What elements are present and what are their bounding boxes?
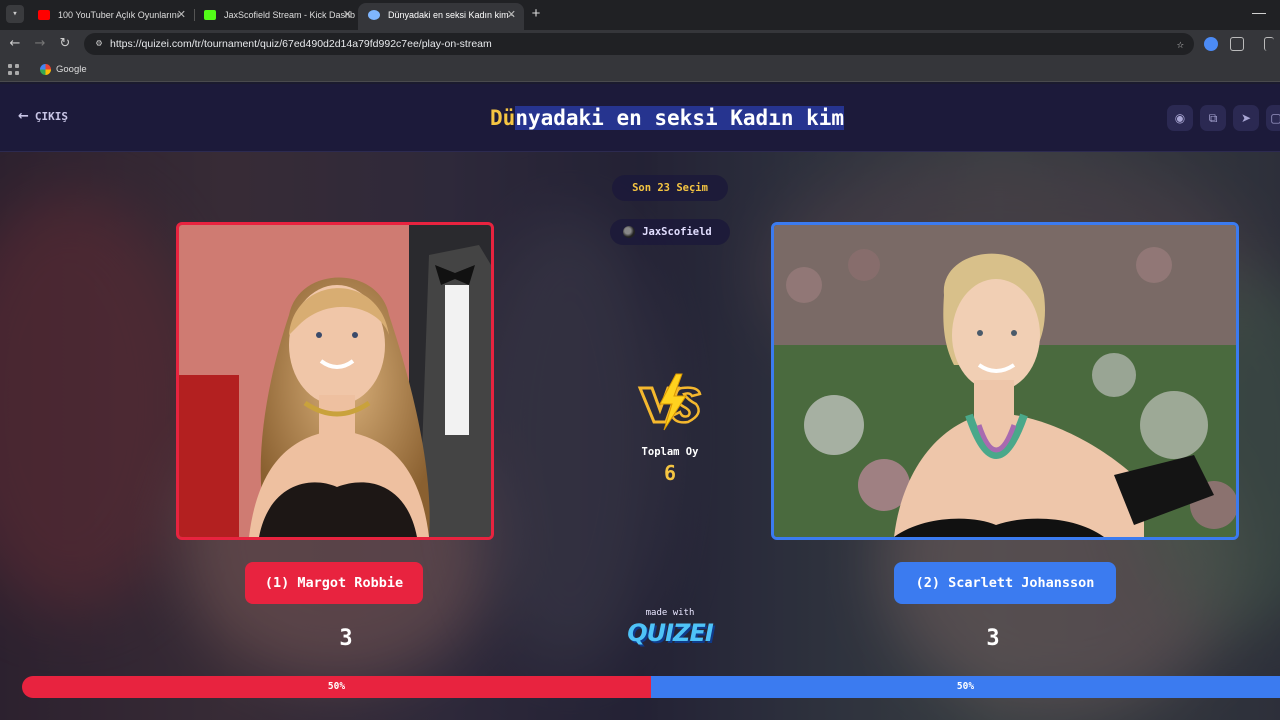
exit-label: ÇIKIŞ xyxy=(34,110,69,123)
contestant-1-percent-bar: 50% xyxy=(22,676,651,698)
streamer-name: JaxScofield xyxy=(642,226,712,238)
title-selected-text: nyadaki en seksi Kadın kim xyxy=(515,106,845,130)
send-icon[interactable]: ➤ xyxy=(1233,105,1259,131)
close-icon[interactable]: ✕ xyxy=(507,3,516,28)
tab-search-button[interactable]: ▾ xyxy=(6,5,24,23)
bookmark-google[interactable]: Google xyxy=(40,58,87,82)
tab-title: JaxScofield Stream - Kick Dashb xyxy=(224,10,356,20)
bookmarks-bar: Google xyxy=(0,58,1280,82)
total-votes-label: Toplam Oy xyxy=(641,446,699,458)
exit-button[interactable]: ← ÇIKIŞ xyxy=(18,84,68,150)
back-arrow-icon[interactable]: ← xyxy=(6,35,24,53)
made-with-label: made with xyxy=(645,608,695,618)
extensions-puzzle-icon[interactable] xyxy=(1230,37,1244,51)
quiz-header: ← ÇIKIŞ Dünyadaki en seksi Kadın kim ◉ ⧉ … xyxy=(0,84,1280,152)
quiz-title: Dünyadaki en seksi Kadın kim xyxy=(490,104,845,132)
close-icon[interactable]: ✕ xyxy=(343,3,352,28)
browser-tab-kick[interactable]: JaxScofield Stream - Kick Dashb ✕ xyxy=(194,3,360,30)
url-text[interactable]: https://quizei.com/tr/tournament/quiz/67… xyxy=(110,33,492,55)
round-counter: Son 23 Seçim xyxy=(612,175,728,201)
contestant-2-image xyxy=(774,225,1236,537)
reload-icon[interactable]: ↻ xyxy=(56,35,74,53)
contestant-2-percent-bar: 50% xyxy=(651,676,1280,698)
browser-tab-bar: ▾ 100 YouTuber Açlık Oyunlarını ✕ JaxSco… xyxy=(0,0,1280,30)
fullscreen-icon[interactable]: ▢ xyxy=(1266,105,1280,131)
streamer-badge: JaxScofield xyxy=(610,219,730,245)
bookmark-label: Google xyxy=(56,64,87,75)
close-icon[interactable]: ✕ xyxy=(177,3,186,28)
youtube-icon xyxy=(38,10,50,20)
quizei-logo[interactable]: QUIZEI xyxy=(620,619,720,647)
bookmark-star-icon[interactable]: ☆ xyxy=(1177,33,1184,55)
new-tab-button[interactable]: + xyxy=(528,5,544,23)
forward-arrow-icon[interactable]: → xyxy=(31,35,49,53)
title-second-letter: ü xyxy=(502,106,516,130)
contestant-1-button[interactable]: (1) Margot Robbie xyxy=(245,562,423,604)
browser-tab-quizei[interactable]: Dünyadaki en seksi Kadın kim - ✕ xyxy=(358,3,524,30)
minimize-window-button[interactable]: — xyxy=(1252,4,1266,20)
browser-toolbar: ← → ↻ ⚙ https://quizei.com/tr/tournament… xyxy=(0,30,1280,58)
contestant-2-votes: 3 xyxy=(986,626,1000,651)
title-first-letter: D xyxy=(490,106,503,130)
browser-tab-youtube[interactable]: 100 YouTuber Açlık Oyunlarını ✕ xyxy=(28,3,194,30)
tab-title: 100 YouTuber Açlık Oyunlarını xyxy=(58,10,180,20)
contestant-1-image xyxy=(179,225,491,537)
avatar xyxy=(623,226,635,238)
contestant-2-button[interactable]: (2) Scarlett Johansson xyxy=(894,562,1116,604)
total-votes-value: 6 xyxy=(663,461,677,485)
kick-icon xyxy=(204,10,216,20)
apps-grid-icon[interactable] xyxy=(8,64,20,76)
share-icon[interactable]: ⧉ xyxy=(1200,105,1226,131)
contestant-2-photo[interactable] xyxy=(771,222,1239,540)
contestant-1-photo[interactable] xyxy=(176,222,494,540)
eye-icon[interactable]: ◉ xyxy=(1167,105,1193,131)
versus-lightning-icon xyxy=(637,373,702,431)
quizei-icon xyxy=(368,10,380,20)
contestant-1-votes: 3 xyxy=(339,626,353,651)
side-panel-icon[interactable] xyxy=(1264,37,1274,51)
address-bar[interactable]: ⚙ https://quizei.com/tr/tournament/quiz/… xyxy=(84,33,1194,55)
back-arrow-icon: ← xyxy=(18,109,29,124)
site-info-icon[interactable]: ⚙ xyxy=(92,37,106,51)
extension-icon[interactable] xyxy=(1204,37,1218,51)
tab-title: Dünyadaki en seksi Kadın kim - xyxy=(388,10,515,20)
google-icon xyxy=(40,64,51,75)
